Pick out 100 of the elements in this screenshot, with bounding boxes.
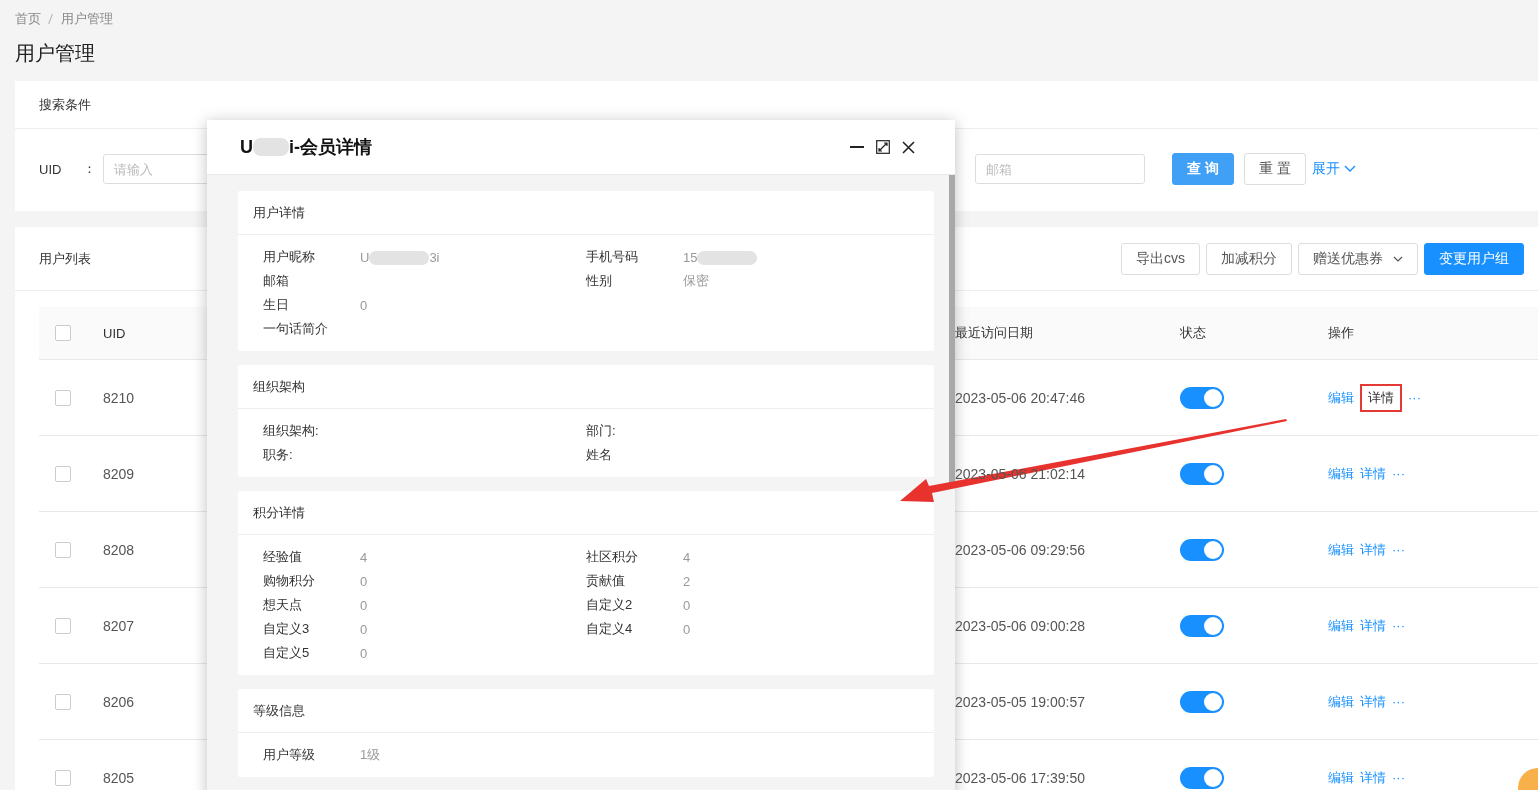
field-value: 0 bbox=[683, 621, 691, 637]
field-value: 2 bbox=[683, 573, 691, 589]
table-cell: 2023-05-06 17:39:50 bbox=[955, 769, 1085, 786]
field-label: 手机号码 bbox=[586, 248, 639, 266]
field-label: 自定义5 bbox=[263, 644, 311, 662]
table-cell: 2023-05-06 20:47:46 bbox=[955, 389, 1085, 406]
status-toggle[interactable] bbox=[1180, 538, 1224, 561]
field-value: 15 bbox=[683, 249, 758, 265]
status-toggle[interactable] bbox=[1180, 386, 1224, 409]
detail-link[interactable]: 详情 bbox=[1360, 692, 1386, 711]
field-value: U 3i bbox=[360, 249, 440, 265]
reset-button[interactable]: 重 置 bbox=[1244, 153, 1306, 185]
checkbox[interactable] bbox=[55, 389, 71, 406]
dropdown-button[interactable]: 赠送优惠券 bbox=[1298, 242, 1418, 275]
field-value: 0 bbox=[360, 297, 368, 313]
panel-title: 用户列表 bbox=[39, 249, 91, 268]
toolbar-button[interactable]: 导出cvs bbox=[1121, 242, 1200, 275]
table-cell: 8206 bbox=[103, 693, 135, 710]
field-colon: ： bbox=[83, 160, 97, 178]
field-value: 1级 bbox=[360, 746, 381, 764]
detail-link[interactable]: 详情 bbox=[1360, 540, 1386, 559]
more-link[interactable]: ··· bbox=[1392, 466, 1405, 481]
primary-button[interactable]: 变更用户组 bbox=[1424, 242, 1524, 275]
maximize-icon[interactable] bbox=[876, 140, 890, 154]
chevron-down-icon bbox=[1393, 255, 1403, 262]
more-link[interactable]: ··· bbox=[1392, 770, 1405, 785]
edit-link[interactable]: 编辑 bbox=[1328, 692, 1354, 711]
panel-title: 搜索条件 bbox=[39, 95, 91, 114]
table-cell: 8208 bbox=[103, 541, 135, 558]
edit-link[interactable]: 编辑 bbox=[1328, 768, 1354, 787]
column-header: 状态 bbox=[1180, 324, 1206, 342]
status-toggle[interactable] bbox=[1180, 766, 1224, 789]
field-value: 0 bbox=[360, 573, 368, 589]
checkbox[interactable] bbox=[55, 769, 71, 786]
close-icon[interactable] bbox=[902, 140, 915, 154]
edit-link[interactable]: 编辑 bbox=[1328, 388, 1354, 407]
field-label: 一句话简介 bbox=[263, 320, 329, 338]
table-cell: 8207 bbox=[103, 617, 135, 634]
edit-link[interactable]: 编辑 bbox=[1328, 540, 1354, 559]
checkbox[interactable] bbox=[55, 617, 71, 634]
email-input-field[interactable]: 邮箱 bbox=[975, 154, 1146, 184]
chevron-down-icon bbox=[1344, 165, 1356, 173]
field-label: 想天点 bbox=[263, 596, 303, 614]
breadcrumb-link[interactable]: 首页 bbox=[15, 9, 41, 28]
field-label: 贡献值 bbox=[586, 572, 626, 590]
table-cell: 2023-05-06 09:29:56 bbox=[955, 541, 1085, 558]
table-cell: 2023-05-06 09:00:28 bbox=[955, 617, 1085, 634]
field-label: 自定义3 bbox=[263, 620, 311, 638]
card-title: 用户详情 bbox=[253, 203, 305, 222]
card-title: 组织架构 bbox=[253, 377, 305, 396]
field-label: 组织架构: bbox=[263, 422, 320, 440]
field-value: 0 bbox=[360, 645, 368, 661]
field-value: 0 bbox=[360, 621, 368, 637]
field-value: 4 bbox=[683, 549, 691, 565]
field-label: 购物积分 bbox=[263, 572, 316, 590]
more-link[interactable]: ··· bbox=[1392, 542, 1405, 557]
field-label: UID bbox=[39, 161, 63, 177]
table-cell: 8205 bbox=[103, 769, 135, 786]
table-cell: 8210 bbox=[103, 389, 135, 406]
field-label: 性别 bbox=[586, 272, 613, 290]
query-button[interactable]: 查 询 bbox=[1172, 153, 1235, 185]
status-toggle[interactable] bbox=[1180, 462, 1224, 485]
field-label: 姓名 bbox=[586, 446, 613, 464]
status-toggle[interactable] bbox=[1180, 690, 1224, 713]
detail-link[interactable]: 详情 bbox=[1360, 464, 1386, 483]
field-value: 4 bbox=[360, 549, 368, 565]
column-header: UID bbox=[103, 325, 126, 341]
more-link[interactable]: ··· bbox=[1408, 390, 1421, 405]
field-label: 用户等级 bbox=[263, 746, 316, 764]
expand-link[interactable]: 展开 bbox=[1312, 160, 1356, 178]
table-cell: 2023-05-05 19:00:57 bbox=[955, 693, 1085, 710]
field-label: 用户昵称 bbox=[263, 248, 316, 266]
edit-link[interactable]: 编辑 bbox=[1328, 464, 1354, 483]
detail-link[interactable]: 详情 bbox=[1360, 768, 1386, 787]
detail-link[interactable]: 详情 bbox=[1360, 383, 1402, 412]
checkbox[interactable] bbox=[55, 693, 71, 710]
card-title: 积分详情 bbox=[253, 503, 305, 522]
edit-link[interactable]: 编辑 bbox=[1328, 616, 1354, 635]
field-value: 0 bbox=[360, 597, 368, 613]
field-label: 经验值 bbox=[263, 548, 303, 566]
scrollbar[interactable] bbox=[949, 175, 955, 485]
field-label: 职务: bbox=[263, 446, 294, 464]
checkbox[interactable] bbox=[55, 325, 71, 341]
column-header: 最近访问日期 bbox=[955, 324, 1033, 342]
checkbox[interactable] bbox=[55, 541, 71, 558]
checkbox[interactable] bbox=[55, 465, 71, 482]
field-label: 自定义4 bbox=[586, 620, 634, 638]
card-title: 等级信息 bbox=[253, 701, 305, 720]
more-link[interactable]: ··· bbox=[1392, 618, 1405, 633]
field-label: 生日 bbox=[263, 296, 290, 314]
field-value: 0 bbox=[683, 597, 691, 613]
field-value: 保密 bbox=[683, 272, 709, 290]
field-label: 自定义2 bbox=[586, 596, 634, 614]
more-link[interactable]: ··· bbox=[1392, 694, 1405, 709]
toolbar-button[interactable]: 加减积分 bbox=[1206, 242, 1292, 275]
table-cell: 8209 bbox=[103, 465, 135, 482]
field-label: 部门: bbox=[586, 422, 617, 440]
detail-link[interactable]: 详情 bbox=[1360, 616, 1386, 635]
status-toggle[interactable] bbox=[1180, 614, 1224, 637]
field-label: 社区积分 bbox=[586, 548, 639, 566]
